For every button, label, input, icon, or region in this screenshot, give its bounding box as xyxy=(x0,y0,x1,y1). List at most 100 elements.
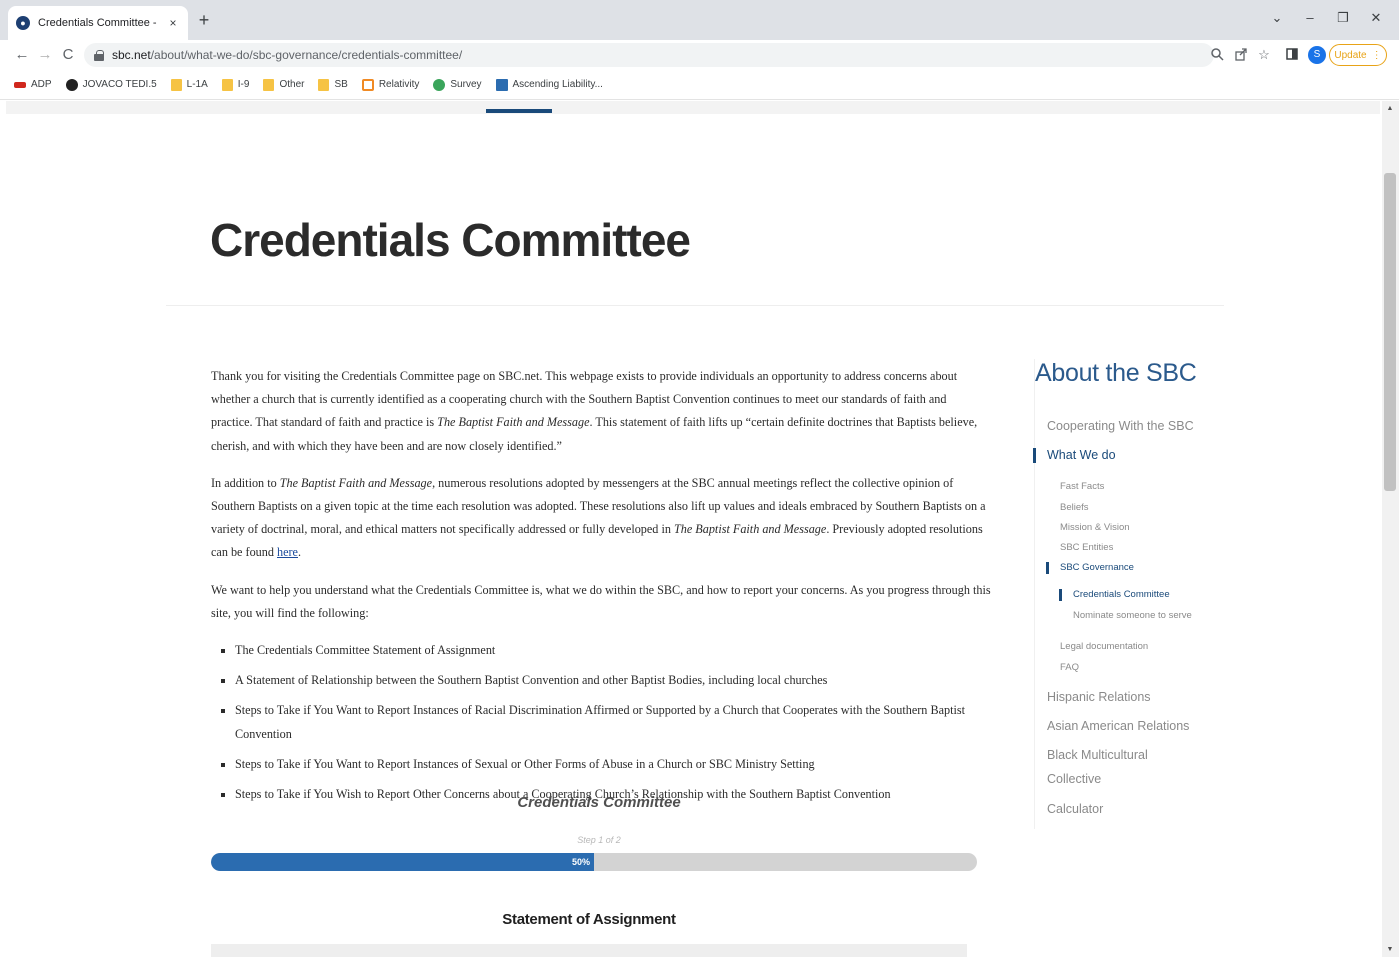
folder-icon xyxy=(221,78,233,91)
resolutions-paragraph: In addition to The Baptist Faith and Mes… xyxy=(211,472,991,565)
section-heading: Statement of Assignment xyxy=(502,911,676,928)
sidebar-item-legal[interactable]: Legal documentation xyxy=(1060,641,1148,652)
active-indicator xyxy=(1059,589,1062,601)
bookmark-label: Other xyxy=(279,79,305,90)
sidebar-nav: About the SBC Cooperating With the SBC W… xyxy=(1033,359,1234,829)
help-paragraph: We want to help you understand what the … xyxy=(211,582,991,620)
folder-icon xyxy=(170,78,182,91)
tab-search-icon[interactable]: ⌄ xyxy=(1268,10,1286,26)
back-button[interactable]: ← xyxy=(12,45,32,65)
url-host: sbc.net xyxy=(112,48,151,62)
sidebar-item-hispanic[interactable]: Hispanic Relations xyxy=(1047,690,1151,704)
bookmarks-bar: ADP JOVACO TEDI.5 L-1A I-9 Other SB Rela… xyxy=(0,70,1399,100)
book-title: The Baptist Faith and Message xyxy=(673,522,827,537)
scroll-up-icon[interactable]: ▲ xyxy=(1385,105,1395,112)
active-indicator xyxy=(1033,448,1036,463)
bookmark-label: JOVACO TEDI.5 xyxy=(82,79,157,90)
sidebar-item-credentials[interactable]: Credentials Committee xyxy=(1073,589,1170,600)
contents-list: The Credentials Committee Statement of A… xyxy=(221,639,991,806)
book-title: The Baptist Faith and Message xyxy=(279,475,433,490)
close-tab-icon[interactable]: × xyxy=(166,16,180,30)
active-indicator xyxy=(1046,562,1049,574)
progress-label: 50% xyxy=(571,857,590,867)
tab-strip: ● Credentials Committee - SBC.net × + ⌄ … xyxy=(0,0,1399,40)
sidebar-item-black-multicultural[interactable]: Black Multicultural xyxy=(1047,748,1148,762)
bookmark-label: L-1A xyxy=(186,79,208,90)
sidebar-item-asian[interactable]: Asian American Relations xyxy=(1047,719,1189,733)
step-indicator: Step 1 of 2 xyxy=(577,835,621,845)
side-panel-icon[interactable] xyxy=(1284,47,1300,63)
scroll-down-icon[interactable]: ▼ xyxy=(1385,946,1395,953)
bookmark-label: ADP xyxy=(31,79,52,90)
resolutions-link[interactable]: here xyxy=(277,545,298,559)
bookmark-relativity[interactable]: Relativity xyxy=(361,78,420,91)
url-path: /about/what-we-do/sbc-governance/credent… xyxy=(150,48,463,62)
browser-tab[interactable]: ● Credentials Committee - SBC.net × xyxy=(8,6,188,40)
bookmark-label: Relativity xyxy=(378,79,420,90)
sbc-favicon-icon: ● xyxy=(16,16,30,30)
bookmark-folder-i9[interactable]: I-9 xyxy=(221,78,249,91)
bookmark-folder-sb[interactable]: SB xyxy=(318,78,348,91)
update-button[interactable]: Update ⋮ xyxy=(1329,44,1387,66)
sidebar-item-what-we-do[interactable]: What We do xyxy=(1047,448,1116,462)
update-label: Update xyxy=(1334,49,1367,61)
sidebar-item-collective[interactable]: Collective xyxy=(1047,772,1101,786)
book-title: The Baptist Faith and Message xyxy=(437,415,590,430)
bookmark-adp[interactable]: ADP xyxy=(14,79,52,90)
address-bar[interactable]: sbc.net /about/what-we-do/sbc-governance… xyxy=(84,43,1214,67)
tab-title: Credentials Committee - SBC.net xyxy=(38,17,160,29)
progress-bar: 50% xyxy=(211,853,977,871)
progress-fill: 50% xyxy=(211,853,594,871)
site-nav-strip xyxy=(6,101,1380,114)
text-span: In addition to xyxy=(211,475,280,490)
page-title: Credentials Committee xyxy=(210,214,691,266)
list-item: Steps to Take if You Want to Report Inst… xyxy=(221,699,991,745)
jovaco-icon xyxy=(65,78,78,91)
page-viewport: Credentials Committee Thank you for visi… xyxy=(0,101,1399,957)
sidebar-item-entities[interactable]: SBC Entities xyxy=(1060,542,1113,553)
bookmark-ascending[interactable]: Ascending Liability... xyxy=(495,78,603,91)
sidebar-item-calculator[interactable]: Calculator xyxy=(1047,802,1103,816)
ascending-icon xyxy=(495,78,508,91)
list-item: Steps to Take if You Want to Report Inst… xyxy=(221,753,991,776)
bookmark-folder-other[interactable]: Other xyxy=(263,78,305,91)
minimize-button[interactable]: – xyxy=(1301,10,1319,25)
bookmark-survey[interactable]: Survey xyxy=(433,78,482,91)
form-heading: Credentials Committee xyxy=(517,794,681,811)
sidebar-item-fast-facts[interactable]: Fast Facts xyxy=(1060,481,1104,492)
folder-icon xyxy=(318,78,330,91)
title-divider xyxy=(166,305,1224,306)
sidebar-item-cooperating[interactable]: Cooperating With the SBC xyxy=(1047,419,1194,433)
sidebar-item-governance[interactable]: SBC Governance xyxy=(1060,562,1134,573)
new-tab-button[interactable]: + xyxy=(194,10,214,30)
list-item: The Credentials Committee Statement of A… xyxy=(221,639,991,662)
forward-button[interactable]: → xyxy=(35,45,55,65)
bookmark-jovaco[interactable]: JOVACO TEDI.5 xyxy=(65,78,157,91)
folder-icon xyxy=(263,78,275,91)
sidebar-item-nominate[interactable]: Nominate someone to serve xyxy=(1073,610,1192,621)
lock-icon xyxy=(94,50,104,61)
article-body: Thank you for visiting the Credentials C… xyxy=(211,365,991,813)
restore-button[interactable]: ❐ xyxy=(1334,10,1352,26)
sidebar-title[interactable]: About the SBC xyxy=(1035,359,1197,388)
profile-avatar[interactable]: S xyxy=(1308,46,1326,64)
intro-paragraph: Thank you for visiting the Credentials C… xyxy=(211,365,991,458)
browser-toolbar: ← → C sbc.net /about/what-we-do/sbc-gove… xyxy=(0,40,1399,70)
scrollbar-thumb[interactable] xyxy=(1384,173,1396,491)
zoom-icon[interactable] xyxy=(1209,47,1225,63)
adp-icon xyxy=(14,81,26,88)
sidebar-item-faq[interactable]: FAQ xyxy=(1060,662,1079,673)
reload-button[interactable]: C xyxy=(58,45,78,65)
browser-window: ● Credentials Committee - SBC.net × + ⌄ … xyxy=(0,0,1399,957)
text-span: . xyxy=(297,545,302,560)
bookmark-label: SB xyxy=(334,79,348,90)
sidebar-item-mission[interactable]: Mission & Vision xyxy=(1060,522,1130,533)
more-menu-icon[interactable]: ⋮ xyxy=(1372,50,1382,61)
share-icon[interactable] xyxy=(1233,47,1249,63)
bookmark-star-icon[interactable]: ☆ xyxy=(1256,47,1272,63)
active-nav-indicator xyxy=(486,109,552,113)
form-content-box xyxy=(211,944,967,957)
close-window-button[interactable]: ✕ xyxy=(1367,10,1385,26)
bookmark-folder-l1a[interactable]: L-1A xyxy=(170,78,208,91)
sidebar-item-beliefs[interactable]: Beliefs xyxy=(1060,502,1089,513)
